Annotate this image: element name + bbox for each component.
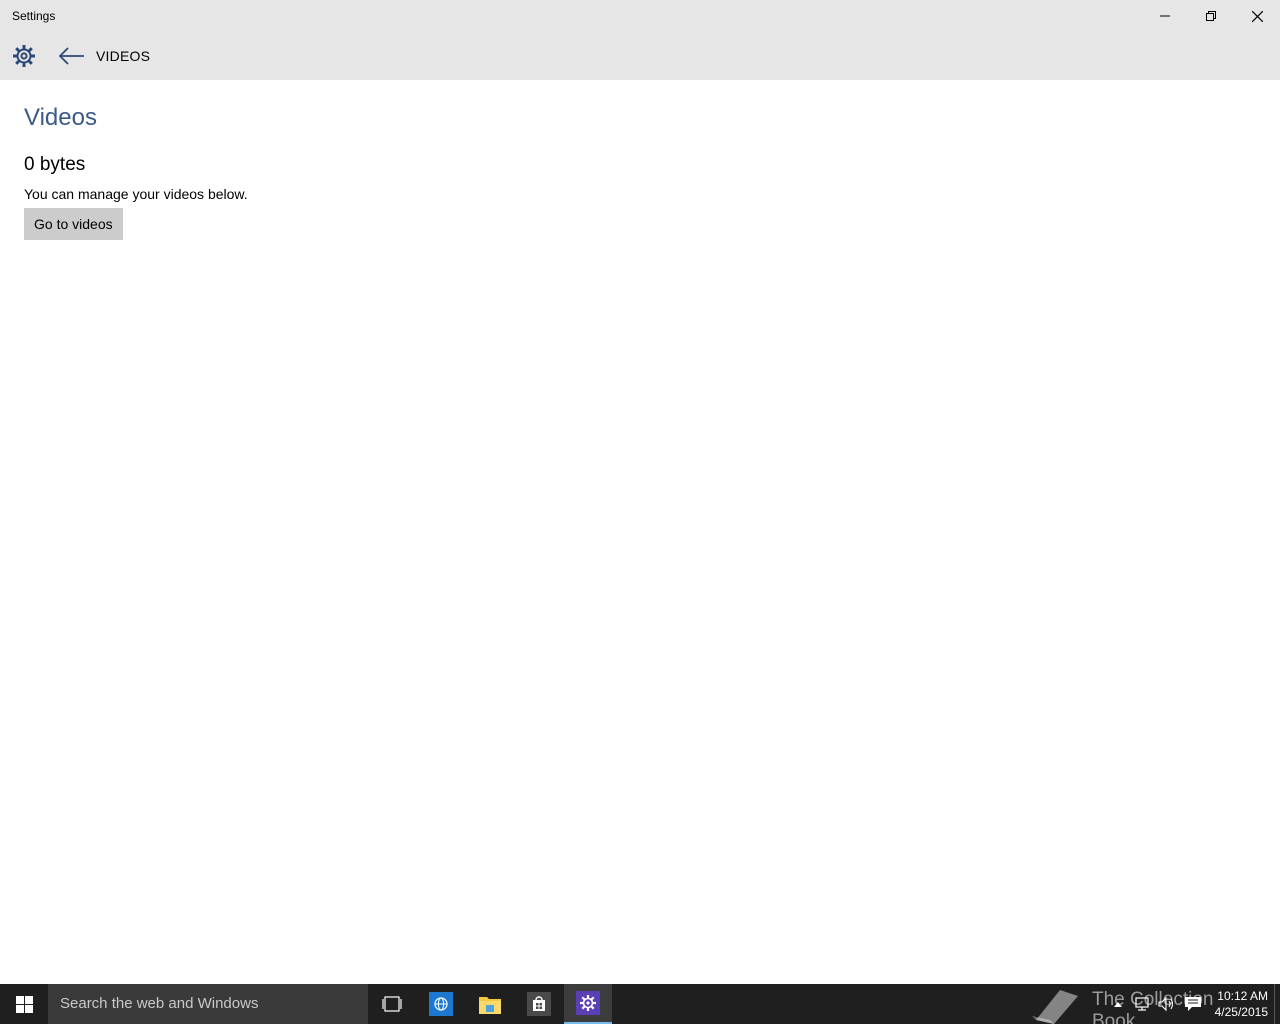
folder-icon bbox=[479, 997, 501, 1014]
internet-explorer-icon bbox=[429, 992, 453, 1016]
window-title: Settings bbox=[12, 9, 56, 23]
minimize-icon bbox=[1160, 15, 1170, 17]
go-to-videos-button[interactable]: Go to videos bbox=[24, 208, 123, 240]
search-box[interactable]: Search the web and Windows bbox=[48, 984, 368, 1024]
storage-size: 0 bytes bbox=[24, 154, 86, 175]
show-desktop-button[interactable] bbox=[1274, 984, 1280, 1024]
volume-icon bbox=[1158, 996, 1174, 1012]
windows-logo-icon bbox=[15, 995, 33, 1013]
show-hidden-icons[interactable] bbox=[1108, 994, 1128, 1014]
settings-gear-icon bbox=[576, 991, 600, 1015]
book-icon bbox=[1032, 990, 1078, 1024]
page-name: VIDEOS bbox=[96, 48, 151, 64]
restore-button[interactable] bbox=[1188, 0, 1234, 32]
taskbar-file-explorer[interactable] bbox=[466, 984, 514, 1024]
gear-icon bbox=[13, 45, 35, 67]
clock-date: 4/25/2015 bbox=[1214, 1005, 1268, 1019]
taskbar-store[interactable] bbox=[515, 984, 563, 1024]
taskbar-internet-explorer[interactable] bbox=[417, 984, 465, 1024]
title-bar[interactable]: Settings bbox=[0, 0, 1280, 32]
page-header: VIDEOS bbox=[0, 32, 1280, 80]
taskbar-settings[interactable] bbox=[564, 984, 612, 1024]
task-view-button[interactable] bbox=[368, 984, 416, 1024]
page-title: Videos bbox=[24, 104, 97, 131]
back-arrow-icon bbox=[59, 47, 84, 65]
settings-window: Settings VIDEOS Videos 0 bytes You can m… bbox=[0, 0, 1280, 984]
start-button[interactable] bbox=[0, 984, 48, 1024]
clock[interactable]: 10:12 AM 4/25/2015 bbox=[1212, 988, 1268, 1020]
network-button[interactable] bbox=[1133, 994, 1153, 1014]
action-center-button[interactable] bbox=[1183, 994, 1203, 1014]
volume-button[interactable] bbox=[1157, 994, 1177, 1014]
chevron-up-icon bbox=[1114, 1002, 1122, 1007]
description-text: You can manage your videos below. bbox=[24, 186, 248, 202]
settings-home-button[interactable] bbox=[12, 44, 36, 68]
network-icon bbox=[1135, 997, 1149, 1011]
task-view-icon bbox=[382, 996, 402, 1012]
clock-time: 10:12 AM bbox=[1217, 989, 1268, 1003]
taskbar: Search the web and Windows The Collectio… bbox=[0, 984, 1280, 1032]
message-icon bbox=[1185, 997, 1201, 1011]
back-button[interactable] bbox=[58, 44, 86, 68]
close-icon bbox=[1251, 10, 1263, 22]
minimize-button[interactable] bbox=[1142, 0, 1188, 32]
restore-icon bbox=[1206, 11, 1216, 21]
store-icon bbox=[527, 992, 551, 1016]
close-button[interactable] bbox=[1234, 0, 1280, 32]
